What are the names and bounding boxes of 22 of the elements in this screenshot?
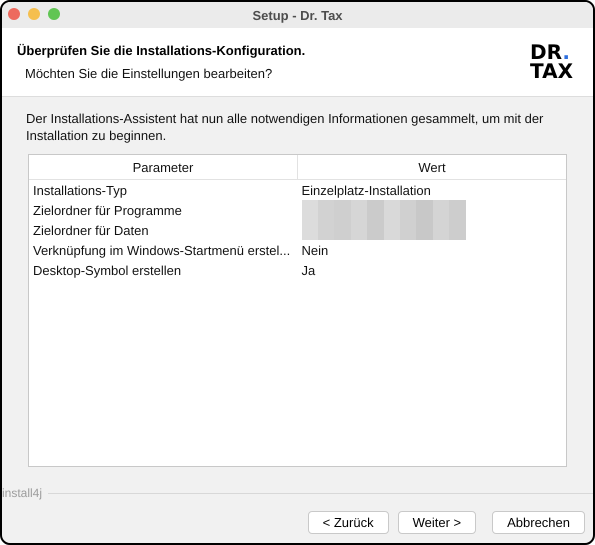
table-cell: Ja bbox=[302, 262, 316, 278]
table-cell: Installations-Typ bbox=[33, 182, 127, 198]
table-cell: Nein bbox=[302, 242, 328, 258]
table-cell: Zielordner für Daten bbox=[33, 222, 149, 238]
dialog-button[interactable]: Weiter > bbox=[398, 511, 476, 534]
table-cell: Verknüpfung im Windows-Startmenü erstel... bbox=[33, 242, 290, 258]
zoom-button[interactable] bbox=[48, 8, 60, 20]
table-cell: Einzelplatz-Installation bbox=[302, 182, 431, 198]
table-cell: Desktop-Symbol erstellen bbox=[33, 262, 182, 278]
column-header[interactable]: Parameter bbox=[29, 155, 298, 179]
page-title: Überprüfen Sie die Installations-Konfiguration. bbox=[17, 43, 306, 58]
column-header[interactable]: Wert bbox=[298, 155, 566, 179]
close-button[interactable] bbox=[8, 8, 20, 20]
intro-text: Der Installations-Assistent hat nun alle notwendigen Informationen gesammelt, um mit der Installation zu beginnen. bbox=[26, 110, 544, 144]
dialog-button[interactable]: < Zurück bbox=[308, 511, 389, 534]
minimize-button[interactable] bbox=[28, 8, 40, 20]
logo: DR. TAX bbox=[530, 43, 573, 81]
table-cell: Zielordner für Programme bbox=[33, 202, 182, 218]
page-subtitle: Möchten Sie die Einstellungen bearbeiten? bbox=[25, 66, 274, 81]
brand-label: install4j bbox=[2, 486, 42, 500]
dialog-button[interactable]: Abbrechen bbox=[492, 511, 585, 534]
window-title: Setup - Dr. Tax bbox=[252, 8, 343, 22]
